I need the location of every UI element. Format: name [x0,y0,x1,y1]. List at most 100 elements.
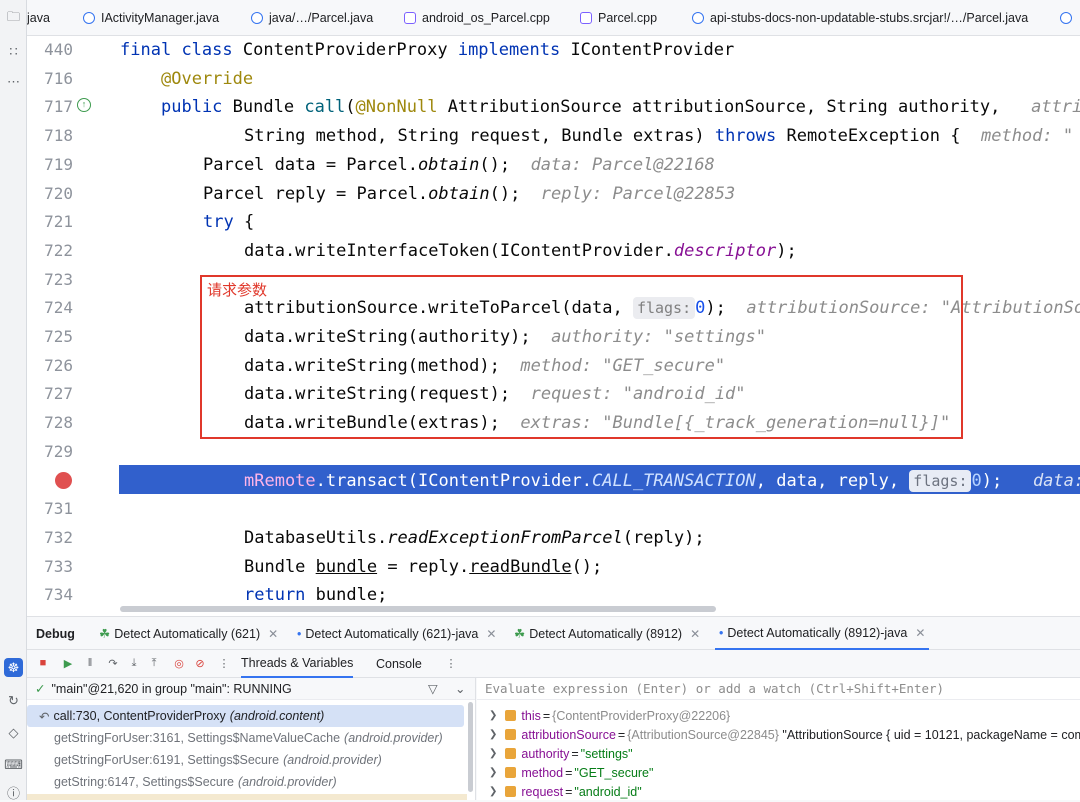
tab-iactivitymanager[interactable]: IActivityManager.java [83,0,219,35]
view-breakpoints-icon[interactable]: ◎ [171,655,187,671]
debug-toolbar: ■ ▶ ‖ ↷ ⤓ ⤒ ◎ ⊘ ⋮ Threads & Variables Co… [27,650,1080,678]
tab-api-stubs-parcel-java[interactable]: api-stubs-docs-non-updatable-stubs.srcja… [692,0,1028,35]
tab-parcel-cpp[interactable]: Parcel.cpp [580,0,658,35]
session-tab[interactable]: • Detect Automatically (621)-java ✕ [297,617,496,650]
variable-name: request [521,784,564,799]
variable-row[interactable]: ❯ authority = "settings" [489,744,633,763]
session-label: Detect Automatically (8912)-java [727,625,908,640]
variable-name: method [521,765,564,780]
tab-overflow[interactable] [1060,0,1078,35]
keyword: throws [714,126,777,147]
code-line-716: @Override [161,65,253,94]
inline-debug-value: reply: Parcel@22853 [540,183,736,204]
line-gutter: 440 716 717 718 719 720 721 722 723 724 … [27,36,119,616]
resume-icon[interactable]: ▶ [60,655,76,671]
variable-row[interactable]: ❯ method = "GET_secure" [489,763,653,782]
line-number: 728 [44,413,73,433]
stack-frame[interactable]: getString:6147, Settings$Secure (android.… [27,771,467,793]
variable-name: authority [521,746,570,761]
keyword: class [181,40,233,60]
mute-breakpoints-icon[interactable]: ⊘ [192,655,208,671]
pause-icon[interactable]: ‖ [82,655,98,671]
method-name: readExceptionFromParcel [387,527,623,548]
close-icon[interactable]: ✕ [486,627,496,641]
tab-label: Parcel.cpp [598,11,658,25]
line-number: 723 [44,269,73,289]
code-editor[interactable]: 440 716 717 718 719 720 721 722 723 724 … [27,36,1080,616]
gem-icon[interactable]: ◇ [4,723,23,742]
chevron-right-icon[interactable]: ❯ [489,710,497,721]
left-tool-sidebar: 🗀 ∷ ⋯ ☸ ↻ ◇ ⌨ ⓘ [0,0,27,802]
variable-value: "GET_secure" [574,765,654,780]
override-marker-icon[interactable]: ↑ [77,98,91,112]
thread-selector[interactable]: ✓ "main"@21,620 in group "main": RUNNING… [27,678,475,700]
field-icon [505,748,517,759]
services-icon[interactable]: ↻ [4,691,23,710]
session-tab-active[interactable]: • Detect Automatically (8912)-java ✕ [715,617,930,650]
line-number: 731 [44,499,73,519]
frame-method: getStringForUser:3161, Settings$NameValu… [54,731,341,745]
chevron-right-icon[interactable]: ❯ [489,767,497,778]
chevron-right-icon[interactable]: ❯ [489,786,497,797]
evaluate-expression-input[interactable]: Evaluate expression (Enter) or add a wat… [477,678,1080,700]
code-line-730: mRemote.transact(IContentProvider.CALL_T… [244,467,1080,496]
params: AttributionSource attributionSource, Str… [447,97,1001,118]
filter-icon[interactable]: ▽ [428,681,438,696]
vertical-scrollbar[interactable] [468,702,473,792]
folder-icon[interactable]: 🗀 [4,9,23,28]
annotation: @Override [161,68,254,89]
cpp-icon [404,12,416,24]
problems-icon[interactable]: ⓘ [4,783,23,802]
variable-row[interactable]: ❯ attributionSource = {AttributionSource@22… [489,725,1080,744]
chevron-right-icon[interactable]: ❯ [489,729,497,740]
chevron-down-icon[interactable]: ⌄ [455,681,465,696]
session-label: Detect Automatically (621) [114,626,261,641]
method-name: obtain [428,183,490,204]
line-number: 734 [44,585,73,605]
close-icon[interactable]: ✕ [268,627,278,641]
terminal-icon[interactable]: ⌨ [4,755,23,774]
android-icon: ☘ [99,627,111,641]
more-icon[interactable]: ⋮ [216,655,232,671]
cpp-icon [580,12,592,24]
session-tab[interactable]: ☘ Detect Automatically (621) ✕ [99,617,278,650]
params: String method, String request, Bundle ex… [244,126,705,147]
code-line-732: DatabaseUtils.readExceptionFromParcel(re… [244,524,705,553]
debug-icon[interactable]: ☸ [4,658,23,677]
session-tab[interactable]: ☘ Detect Automatically (8912) ✕ [514,617,700,650]
stack-frame-selected[interactable]: ↶ call:730, ContentProviderProxy (android.… [27,705,464,727]
stop-icon[interactable]: ■ [35,655,51,671]
breakpoint-icon[interactable] [55,472,72,489]
session-label: Detect Automatically (8912) [529,626,683,641]
close-icon[interactable]: ✕ [690,627,700,641]
frame-package: (android.provider) [344,731,443,745]
tab-java[interactable]: java [27,0,50,35]
step-over-icon[interactable]: ↷ [105,655,121,671]
interface-name: IContentProvider [570,40,735,60]
tab-android-os-parcel-cpp[interactable]: android_os_Parcel.cpp [404,0,550,35]
chevron-right-icon[interactable]: ❯ [489,748,497,759]
more-icon[interactable]: ⋯ [4,72,23,91]
horizontal-scrollbar[interactable] [120,606,716,612]
tab-threads-variables[interactable]: Threads & Variables [241,650,354,678]
debug-title: Debug [36,626,75,641]
more-icon[interactable]: ⋮ [443,655,459,671]
static-constant: CALL_TRANSACTION [592,470,756,491]
close-icon[interactable]: ✕ [915,626,925,640]
line-number: 440 [44,40,73,59]
code-line-719: Parcel data = Parcel.obtain(); data: Par… [203,151,715,180]
variable-row[interactable]: ❯ request = "android_id" [489,782,642,801]
editor-tab-bar: java IActivityManager.java java/…/Parcel… [27,0,1080,36]
step-into-icon[interactable]: ⤓ [126,655,142,671]
tab-console[interactable]: Console [376,650,422,678]
variable-row[interactable]: ❯ this = {ContentProviderProxy@22206} [489,706,730,725]
frame-method: call:730, ContentProviderProxy [53,709,226,723]
tab-parcel-java[interactable]: java/…/Parcel.java [251,0,373,35]
java-icon [1060,12,1072,24]
stack-frame[interactable]: getStringForUser:6191, Settings$Secure (a… [27,749,467,771]
code-line-718: String method, String request, Bundle ex… [244,122,1073,151]
step-out-icon[interactable]: ⤒ [146,655,162,671]
stack-frame[interactable]: getStringForUser:3161, Settings$NameValu… [27,727,467,749]
java-icon [83,12,95,24]
structure-icon[interactable]: ∷ [4,42,23,61]
